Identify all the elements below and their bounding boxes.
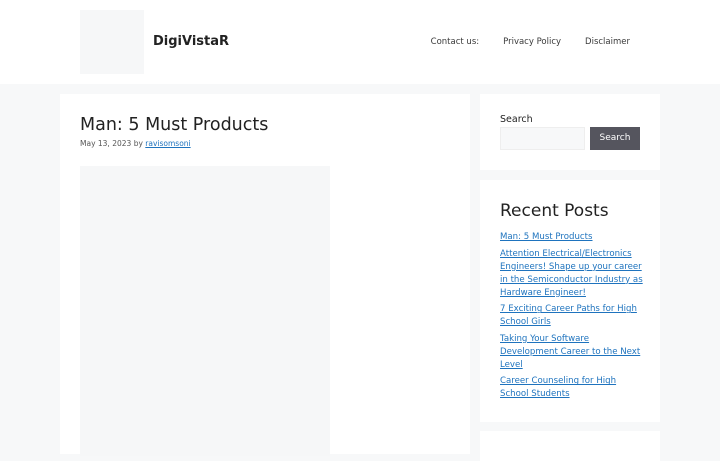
site-logo[interactable] bbox=[80, 10, 144, 74]
list-item: 7 Exciting Career Paths for High School … bbox=[500, 303, 645, 329]
recent-post-link[interactable]: 7 Exciting Career Paths for High School … bbox=[500, 304, 637, 327]
search-widget: Search Search bbox=[480, 94, 660, 170]
recent-posts-widget: Recent Posts Man: 5 Must Products Attent… bbox=[480, 180, 660, 422]
recent-post-link[interactable]: Attention Electrical/Electronics Enginee… bbox=[500, 249, 643, 298]
recent-posts-title: Recent Posts bbox=[500, 201, 609, 221]
recent-post-link[interactable]: Career Counseling for High School Studen… bbox=[500, 376, 616, 399]
nav-item-contact[interactable]: Contact us: bbox=[431, 35, 479, 49]
nav-item-privacy-policy[interactable]: Privacy Policy bbox=[503, 35, 561, 49]
author-link[interactable]: ravisomsoni bbox=[145, 139, 190, 148]
recent-post-link[interactable]: Man: 5 Must Products bbox=[500, 232, 593, 242]
post-date: May 13, 2023 bbox=[80, 139, 132, 148]
page-title: Man: 5 Must Products bbox=[80, 115, 269, 135]
recent-post-link[interactable]: Taking Your Software Development Career … bbox=[500, 334, 640, 370]
entry-meta: May 13, 2023 by ravisomsoni bbox=[80, 138, 191, 150]
search-button[interactable]: Search bbox=[590, 127, 640, 150]
search-label: Search bbox=[500, 114, 533, 125]
list-item: Career Counseling for High School Studen… bbox=[500, 375, 645, 401]
recent-posts-list: Man: 5 Must Products Attention Electrica… bbox=[500, 231, 645, 405]
sidebar-widget-partial bbox=[480, 431, 660, 461]
list-item: Man: 5 Must Products bbox=[500, 231, 645, 244]
search-input[interactable] bbox=[500, 127, 585, 150]
site-title-link[interactable]: DigiVistaR bbox=[153, 33, 229, 51]
main-navigation: Contact us: Privacy Policy Disclaimer bbox=[431, 35, 630, 49]
nav-item-disclaimer[interactable]: Disclaimer bbox=[585, 35, 630, 49]
featured-image bbox=[80, 166, 330, 456]
by-label: by bbox=[133, 139, 143, 148]
site-header: DigiVistaR Contact us: Privacy Policy Di… bbox=[0, 0, 720, 84]
article-card: Man: 5 Must Products May 13, 2023 by rav… bbox=[60, 94, 470, 456]
list-item: Attention Electrical/Electronics Enginee… bbox=[500, 248, 645, 300]
list-item: Taking Your Software Development Career … bbox=[500, 333, 645, 372]
